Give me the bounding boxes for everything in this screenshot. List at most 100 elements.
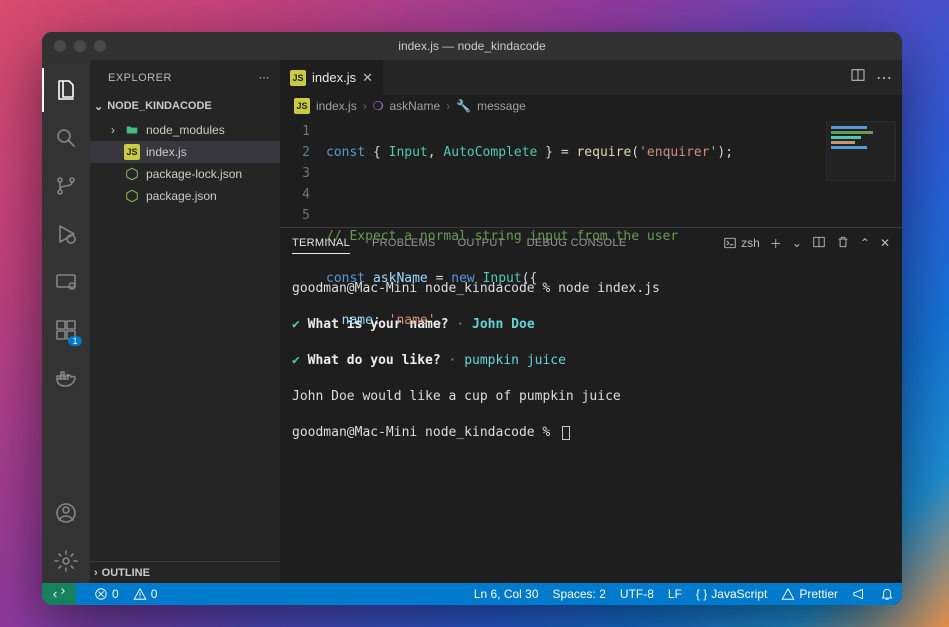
js-icon: JS bbox=[124, 144, 140, 160]
activity-settings[interactable] bbox=[42, 539, 90, 583]
activity-remote[interactable] bbox=[42, 260, 90, 304]
activity-bar: 1 bbox=[42, 60, 90, 583]
new-terminal-icon[interactable]: ＋ bbox=[770, 235, 782, 252]
sidebar-header: EXPLORER ⋯ bbox=[90, 60, 280, 95]
tree-label: package.json bbox=[146, 189, 217, 203]
status-warnings[interactable]: 0 bbox=[133, 587, 158, 601]
statusbar: 0 0 Ln 6, Col 30 Spaces: 2 UTF-8 LF { } … bbox=[42, 583, 902, 605]
sidebar-more-icon[interactable]: ⋯ bbox=[259, 71, 271, 84]
status-language[interactable]: { } JavaScript bbox=[696, 587, 767, 601]
titlebar: index.js — node_kindacode bbox=[42, 32, 902, 60]
gear-icon bbox=[54, 549, 78, 573]
code-content: const { Input, AutoComplete } = require(… bbox=[320, 117, 733, 227]
extensions-badge: 1 bbox=[68, 336, 82, 346]
tree-item-package-lock[interactable]: package-lock.json bbox=[90, 163, 280, 185]
activity-extensions[interactable]: 1 bbox=[42, 308, 90, 352]
chevron-right-icon: › bbox=[446, 99, 450, 113]
status-prettier[interactable]: Prettier bbox=[781, 587, 838, 601]
tree-item-index-js[interactable]: JS index.js bbox=[90, 141, 280, 163]
chevron-right-icon: › bbox=[363, 99, 367, 113]
braces-icon: { } bbox=[696, 587, 707, 601]
outline-header[interactable]: › OUTLINE bbox=[90, 561, 280, 583]
chevron-down-icon[interactable]: ⌄ bbox=[792, 236, 802, 250]
status-errors[interactable]: 0 bbox=[94, 587, 119, 601]
tree-item-package-json[interactable]: package.json bbox=[90, 185, 280, 207]
status-encoding[interactable]: UTF-8 bbox=[620, 587, 654, 601]
warning-icon bbox=[133, 587, 147, 601]
activity-debug[interactable] bbox=[42, 212, 90, 256]
panel-actions: zsh ＋ ⌄ ⌃ ✕ bbox=[723, 235, 890, 252]
files-icon bbox=[55, 78, 79, 102]
chevron-right-icon: › bbox=[94, 567, 98, 579]
search-icon bbox=[54, 126, 78, 150]
sidebar: EXPLORER ⋯ ⌄ NODE_KINDACODE › node_modul… bbox=[90, 60, 280, 583]
status-cursor[interactable]: Ln 6, Col 30 bbox=[474, 587, 539, 601]
folder-name: NODE_KINDACODE bbox=[107, 100, 212, 112]
error-icon bbox=[94, 587, 108, 601]
split-terminal-icon[interactable] bbox=[812, 235, 826, 252]
play-bug-icon bbox=[54, 222, 78, 246]
symbol-method-icon: ❍ bbox=[373, 99, 384, 113]
sidebar-title: EXPLORER bbox=[108, 72, 172, 84]
main-area: 1 EXPLORER ⋯ ⌄ NODE_KINDACODE bbox=[42, 60, 902, 583]
chevron-right-icon: › bbox=[108, 123, 118, 137]
remote-window-icon bbox=[52, 587, 66, 601]
chevron-up-icon[interactable]: ⌃ bbox=[860, 236, 870, 250]
close-icon[interactable]: ✕ bbox=[362, 70, 373, 86]
remote-icon bbox=[54, 270, 78, 294]
tab-index-js[interactable]: JS index.js ✕ bbox=[280, 60, 384, 95]
activity-search[interactable] bbox=[42, 116, 90, 160]
traffic-close[interactable] bbox=[54, 40, 66, 52]
editor-tabs: JS index.js ✕ ⋯ bbox=[280, 60, 902, 95]
window-title: index.js — node_kindacode bbox=[398, 39, 545, 53]
minimap[interactable] bbox=[826, 121, 896, 181]
js-icon: JS bbox=[294, 98, 310, 114]
activity-docker[interactable] bbox=[42, 356, 90, 400]
traffic-minimize[interactable] bbox=[74, 40, 86, 52]
folder-header[interactable]: ⌄ NODE_KINDACODE bbox=[90, 95, 280, 117]
breadcrumb-symbol: message bbox=[477, 99, 526, 113]
tree-item-node-modules[interactable]: › node_modules bbox=[90, 119, 280, 141]
trash-icon[interactable] bbox=[836, 235, 850, 252]
vscode-window: index.js — node_kindacode 1 bbox=[42, 32, 902, 605]
breadcrumb-file: index.js bbox=[316, 99, 357, 113]
cursor bbox=[562, 426, 570, 440]
docker-icon bbox=[54, 366, 78, 390]
activity-explorer[interactable] bbox=[42, 68, 90, 112]
tree-label: package-lock.json bbox=[146, 167, 242, 181]
editor-actions: ⋯ bbox=[840, 60, 902, 95]
traffic-zoom[interactable] bbox=[94, 40, 106, 52]
close-panel-icon[interactable]: ✕ bbox=[880, 236, 890, 250]
account-icon bbox=[54, 501, 78, 525]
status-feedback[interactable] bbox=[852, 587, 866, 601]
folder-icon bbox=[124, 122, 140, 138]
megaphone-icon bbox=[852, 587, 866, 601]
editor[interactable]: 1 2 3 4 5 const { Input, AutoComplete } … bbox=[280, 117, 902, 227]
npm-icon bbox=[124, 188, 140, 204]
status-bell[interactable] bbox=[880, 587, 894, 601]
js-icon: JS bbox=[290, 70, 306, 86]
status-spaces[interactable]: Spaces: 2 bbox=[553, 587, 606, 601]
outline-label: OUTLINE bbox=[102, 567, 150, 579]
symbol-property-icon: 🔧 bbox=[456, 99, 471, 113]
bell-icon bbox=[880, 587, 894, 601]
file-tree: › node_modules JS index.js package-lock.… bbox=[90, 117, 280, 209]
traffic-lights bbox=[54, 40, 106, 52]
remote-indicator[interactable] bbox=[42, 583, 76, 605]
activity-account[interactable] bbox=[42, 491, 90, 535]
breadcrumbs[interactable]: JS index.js › ❍ askName › 🔧 message bbox=[280, 95, 902, 117]
breadcrumb-symbol: askName bbox=[389, 99, 440, 113]
tree-label: node_modules bbox=[146, 123, 225, 137]
status-eol[interactable]: LF bbox=[668, 587, 682, 601]
branch-icon bbox=[54, 174, 78, 198]
more-icon[interactable]: ⋯ bbox=[876, 68, 892, 88]
gutter: 1 2 3 4 5 bbox=[280, 117, 320, 227]
warning-icon bbox=[781, 587, 795, 601]
editor-group: JS index.js ✕ ⋯ JS index.js › ❍ askName … bbox=[280, 60, 902, 583]
chevron-down-icon: ⌄ bbox=[94, 100, 103, 113]
tab-label: index.js bbox=[312, 70, 356, 85]
activity-scm[interactable] bbox=[42, 164, 90, 208]
split-editor-icon[interactable] bbox=[850, 67, 866, 88]
npm-icon bbox=[124, 166, 140, 182]
tree-label: index.js bbox=[146, 145, 187, 159]
